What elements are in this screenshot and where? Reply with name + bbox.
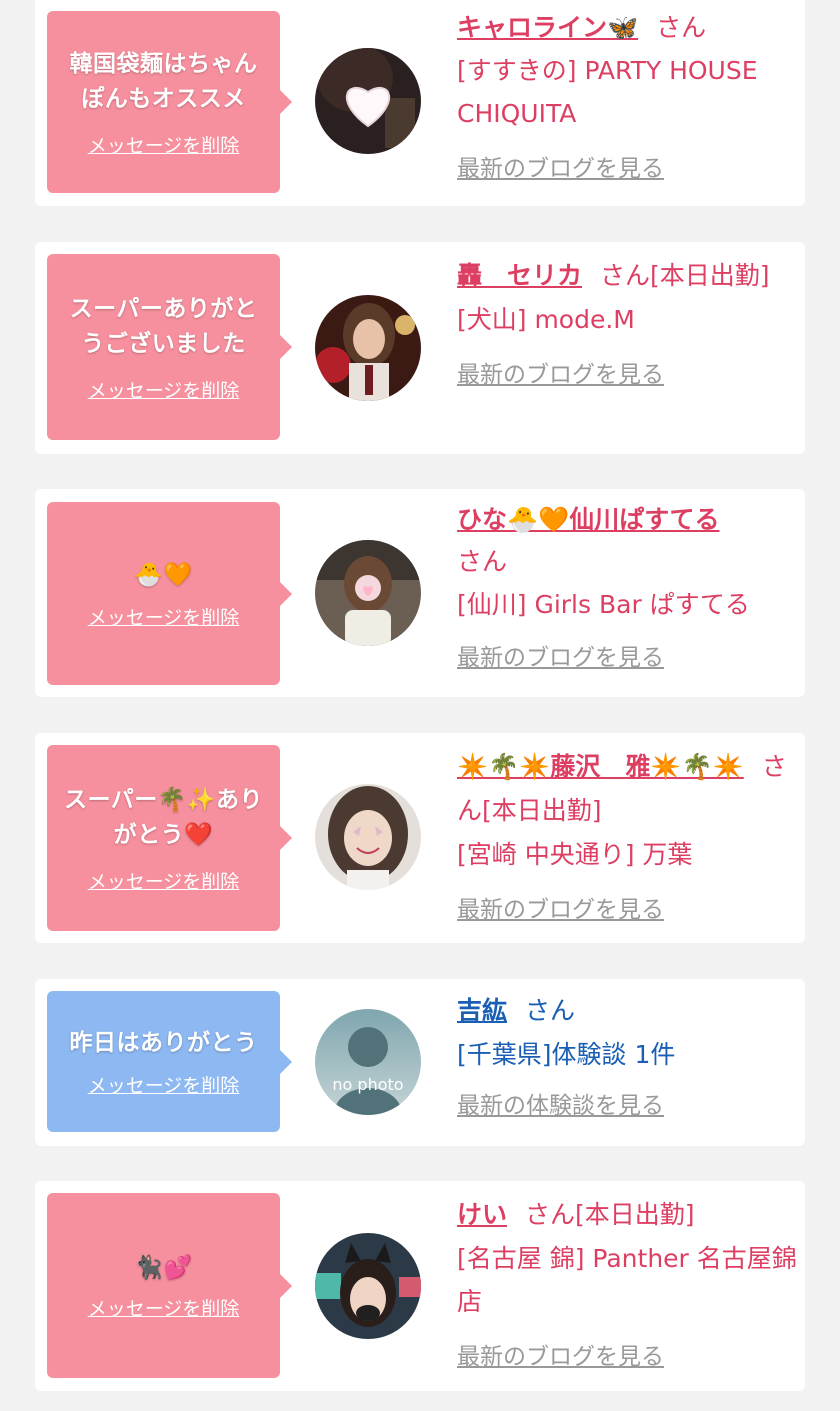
delete-message-link[interactable]: メッセージを削除 [88,867,240,894]
avatar-photo [315,540,421,646]
message-bubble: スーパーありがとうございました メッセージを削除 [47,254,292,440]
avatar-photo [315,1233,421,1339]
avatar[interactable]: no photo [315,1009,421,1115]
honorific: さん[本日出勤] [600,261,770,290]
shop-label: [千葉県]体験談 1件 [457,1040,676,1069]
avatar[interactable] [315,295,421,401]
profile-info: 吉紘 さん [千葉県]体験談 1件 最新の体験談を見る [457,989,797,1126]
message-text: 🐈‍⬛💕 [134,1254,193,1281]
message-card: スーパーありがとうございました メッセージを削除 轟 セリカ さん[本日出勤] [… [35,242,805,454]
message-text: 韓国袋麺はちゃんぽんもオススメ [69,50,258,112]
message-bubble: スーパー🌴✨ありがとう❤️ メッセージを削除 [47,745,292,931]
profile-name-link[interactable]: キャロライン🦋 [457,13,638,42]
latest-blog-link[interactable]: 最新のブログを見る [457,149,797,189]
avatar-photo [315,48,421,154]
delete-message-link[interactable]: メッセージを削除 [88,1071,240,1098]
shop-label: [名古屋 錦] Panther 名古屋錦店 [457,1244,797,1316]
message-bubble: 韓国袋麺はちゃんぽんもオススメ メッセージを削除 [47,11,292,193]
profile-name-link[interactable]: けい [457,1200,507,1229]
shop-label: [宮崎 中央通り] 万葉 [457,840,693,869]
avatar-photo [315,295,421,401]
message-text: 🐣🧡 [134,561,193,588]
avatar[interactable] [315,784,421,890]
shop-label: [犬山] mode.M [457,305,635,334]
delete-message-link[interactable]: メッセージを削除 [88,1294,240,1321]
latest-blog-link[interactable]: 最新のブログを見る [457,638,797,678]
message-bubble: 昨日はありがとう メッセージを削除 [47,991,292,1132]
honorific: さん [457,547,508,576]
avatar-photo [315,1009,421,1115]
message-text: 昨日はありがとう [69,1029,258,1056]
message-card: 昨日はありがとう メッセージを削除 no photo 吉紘 さん [千葉県]体験談… [35,979,805,1146]
profile-info: ひな🐣🧡仙川ぱすてる さん [仙川] Girls Bar ぱすてる 最新のブログを… [457,499,797,678]
latest-blog-link[interactable]: 最新のブログを見る [457,1337,797,1377]
profile-name-link[interactable]: ひな🐣🧡仙川ぱすてる [457,505,720,534]
profile-info: キャロライン🦋 さん [すすきの] PARTY HOUSE CHIQUITA 最新… [457,6,797,189]
avatar[interactable] [315,540,421,646]
message-card: 🐈‍⬛💕 メッセージを削除 けい さん[本日出勤] [名古屋 錦] Panther… [35,1181,805,1391]
message-text: スーパー🌴✨ありがとう❤️ [63,786,264,848]
message-card: スーパー🌴✨ありがとう❤️ メッセージを削除 ✴️🌴✴️藤沢 雅✴️🌴✴️ さん[… [35,733,805,943]
profile-name-link[interactable]: ✴️🌴✴️藤沢 雅✴️🌴✴️ [457,752,744,781]
message-text: スーパーありがとうございました [69,295,258,357]
message-card: 🐣🧡 メッセージを削除 ひな🐣🧡仙川ぱすてる さん [仙川] Girls Bar … [35,489,805,697]
latest-blog-link[interactable]: 最新のブログを見る [457,890,797,930]
honorific: さん [656,13,707,42]
avatar[interactable] [315,48,421,154]
profile-name-link[interactable]: 轟 セリカ [457,261,582,290]
latest-review-link[interactable]: 最新の体験談を見る [457,1086,797,1126]
avatar-placeholder-text: no photo [332,1075,404,1094]
profile-name-link[interactable]: 吉紘 [457,996,507,1025]
profile-info: けい さん[本日出勤] [名古屋 錦] Panther 名古屋錦店 最新のブログを… [457,1193,797,1377]
delete-message-link[interactable]: メッセージを削除 [88,131,240,158]
message-card: 韓国袋麺はちゃんぽんもオススメ メッセージを削除 キャロライン🦋 さん [すすきの… [35,0,805,206]
profile-info: ✴️🌴✴️藤沢 雅✴️🌴✴️ さん[本日出勤] [宮崎 中央通り] 万葉 最新のブ… [457,745,797,930]
honorific: さん [525,996,576,1025]
delete-message-link[interactable]: メッセージを削除 [88,603,240,630]
avatar-photo [315,784,421,890]
latest-blog-link[interactable]: 最新のブログを見る [457,355,797,395]
delete-message-link[interactable]: メッセージを削除 [88,376,240,403]
avatar[interactable] [315,1233,421,1339]
shop-label: [すすきの] PARTY HOUSE CHIQUITA [457,56,758,128]
message-bubble: 🐣🧡 メッセージを削除 [47,502,292,685]
shop-label: [仙川] Girls Bar ぱすてる [457,590,750,619]
message-bubble: 🐈‍⬛💕 メッセージを削除 [47,1193,292,1378]
honorific: さん[本日出勤] [525,1200,695,1229]
profile-info: 轟 セリカ さん[本日出勤] [犬山] mode.M 最新のブログを見る [457,254,797,395]
